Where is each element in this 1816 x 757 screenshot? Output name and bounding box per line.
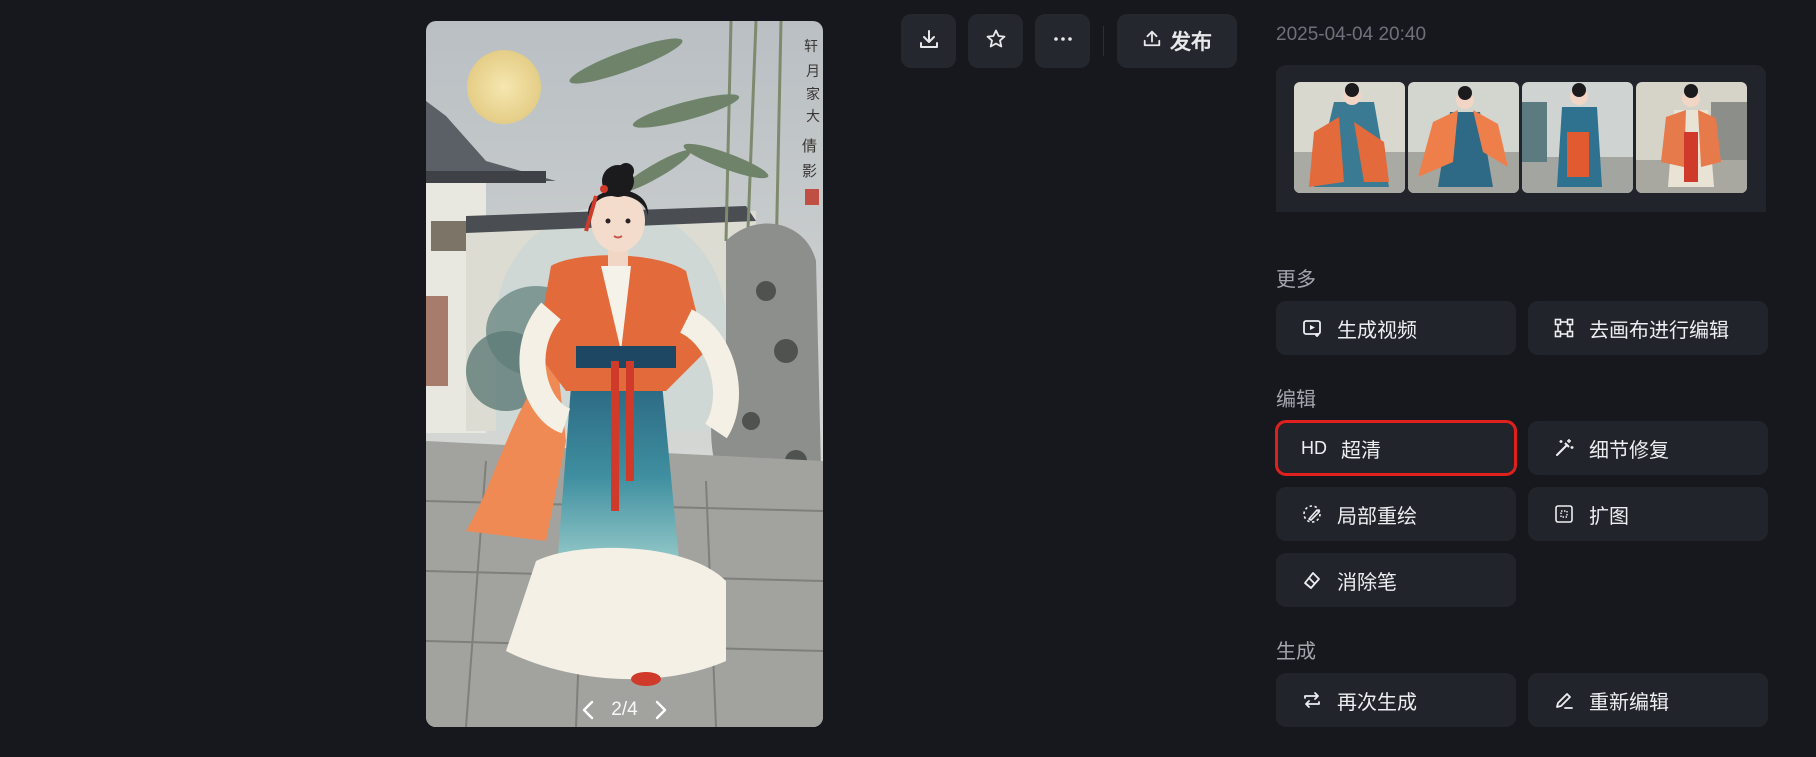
thumbnail-2[interactable] [1408, 82, 1519, 193]
thumbnail-panel [1276, 65, 1766, 212]
pencil-icon [1553, 689, 1575, 711]
star-icon [985, 28, 1007, 55]
hd-icon: HD [1301, 437, 1327, 458]
detail-repair-button[interactable]: 细节修复 [1528, 421, 1768, 475]
svg-text:月: 月 [806, 64, 820, 80]
generate-video-button[interactable]: 生成视频 [1276, 301, 1516, 355]
publish-button[interactable]: 发布 [1117, 14, 1237, 68]
thumbnail-3[interactable] [1522, 82, 1633, 193]
main-preview-image[interactable]: 轩 月 家 大 倩 影 2/4 [426, 21, 823, 727]
detail-repair-label: 细节修复 [1589, 439, 1669, 462]
generate-video-label: 生成视频 [1337, 319, 1417, 342]
download-button[interactable] [901, 14, 956, 68]
hd-upscale-button[interactable]: HD 超清 [1275, 420, 1517, 476]
inpaint-button[interactable]: 局部重绘 [1276, 487, 1516, 541]
more-horizontal-icon [1052, 28, 1074, 55]
image-pager: 2/4 [426, 697, 823, 723]
svg-text:影: 影 [802, 162, 817, 180]
expand-image-button[interactable]: 扩图 [1528, 487, 1768, 541]
svg-text:倩: 倩 [802, 137, 817, 155]
thumbnail-4[interactable] [1636, 82, 1747, 193]
section-title-edit: 编辑 [1276, 389, 1316, 411]
expand-frame-icon [1553, 503, 1575, 525]
generation-timestamp: 2025-04-04 20:40 [1276, 24, 1427, 45]
repeat-icon [1301, 689, 1323, 711]
inpaint-label: 局部重绘 [1337, 505, 1417, 528]
svg-text:家: 家 [806, 86, 820, 103]
svg-text:轩: 轩 [804, 39, 818, 55]
hanfu-girl-illustration: 轩 月 家 大 倩 影 [426, 21, 823, 727]
toolbar-divider [1103, 26, 1104, 56]
magic-wand-icon [1553, 437, 1575, 459]
favorite-button[interactable] [968, 14, 1023, 68]
eraser-icon [1301, 569, 1323, 591]
pager-text: 2/4 [611, 699, 638, 720]
canvas-frame-icon [1553, 317, 1575, 339]
eraser-label: 消除笔 [1337, 571, 1397, 594]
chevron-right-icon[interactable] [652, 699, 670, 721]
section-title-more: 更多 [1276, 269, 1316, 291]
edit-on-canvas-button[interactable]: 去画布进行编辑 [1528, 301, 1768, 355]
regenerate-label: 再次生成 [1337, 691, 1417, 714]
more-options-button[interactable] [1035, 14, 1090, 68]
re-edit-button[interactable]: 重新编辑 [1528, 673, 1768, 727]
re-edit-label: 重新编辑 [1589, 691, 1669, 714]
hd-upscale-label: 超清 [1341, 439, 1381, 462]
download-icon [918, 28, 940, 55]
edit-on-canvas-label: 去画布进行编辑 [1589, 319, 1729, 342]
section-title-generate: 生成 [1276, 641, 1316, 663]
chevron-left-icon[interactable] [579, 699, 597, 721]
eraser-button[interactable]: 消除笔 [1276, 553, 1516, 607]
brush-icon [1301, 503, 1323, 525]
upload-icon [1142, 28, 1162, 54]
regenerate-button[interactable]: 再次生成 [1276, 673, 1516, 727]
video-play-icon [1301, 317, 1323, 339]
publish-label: 发布 [1170, 31, 1212, 54]
thumbnail-1[interactable] [1294, 82, 1405, 193]
svg-text:大: 大 [806, 109, 820, 125]
expand-image-label: 扩图 [1589, 505, 1629, 528]
image-toolbar: 发布 [901, 14, 1237, 68]
